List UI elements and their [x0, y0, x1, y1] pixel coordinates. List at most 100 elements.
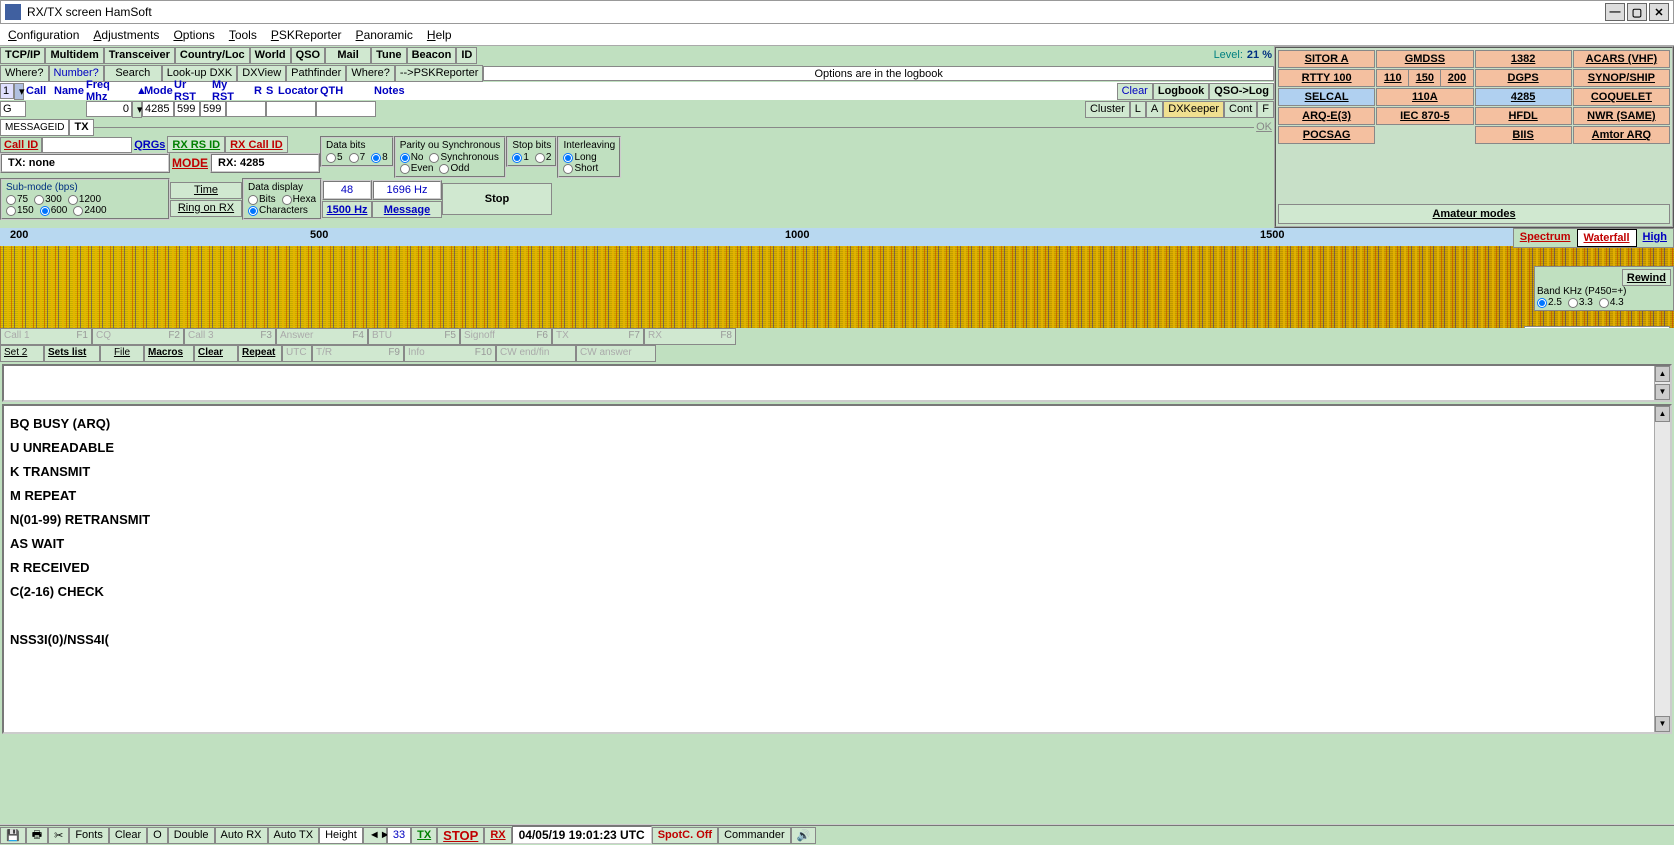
mode-110a[interactable]: 110A: [1376, 88, 1473, 106]
mode-4285[interactable]: 4285: [1475, 88, 1572, 106]
waterfall-display[interactable]: Rewind Band KHz (P450=+) 2.5 3.3 4.3 RX …: [0, 246, 1674, 328]
tab-messageid[interactable]: MESSAGEID: [0, 119, 69, 136]
btn-mode[interactable]: MODE: [170, 156, 210, 170]
menu-pskreporter[interactable]: PSKReporter: [271, 28, 342, 42]
parity-no[interactable]: [400, 153, 410, 163]
btn-l[interactable]: L: [1130, 101, 1146, 118]
parity-sync[interactable]: [429, 153, 439, 163]
btn-rewind[interactable]: Rewind: [1622, 269, 1671, 286]
mode-rtty100[interactable]: RTTY 100: [1278, 69, 1375, 87]
btn-utc[interactable]: UTC: [282, 345, 312, 362]
hdr-locator[interactable]: Locator: [276, 85, 318, 97]
btn-countryloc[interactable]: Country/Loc: [175, 47, 250, 64]
mode-biis[interactable]: BIIS: [1475, 126, 1572, 144]
band-33[interactable]: [1568, 298, 1578, 308]
parity-even[interactable]: [400, 164, 410, 174]
blank2-input[interactable]: [266, 101, 316, 117]
btn-callid[interactable]: Call ID: [0, 137, 42, 153]
rx-scrollbar[interactable]: ▲▼: [1654, 406, 1670, 732]
btn-autorx[interactable]: Auto RX: [215, 827, 268, 844]
btn-f[interactable]: F: [1257, 101, 1274, 118]
btn-double[interactable]: Double: [168, 827, 215, 844]
sub-1200[interactable]: [68, 195, 78, 205]
hdr-freq[interactable]: Freq Mhz: [84, 79, 134, 103]
btn-macros[interactable]: Macros: [144, 345, 194, 362]
macro-btu[interactable]: BTUF5: [368, 328, 460, 345]
mode-amtor[interactable]: Amtor ARQ: [1573, 126, 1670, 144]
macro-cq[interactable]: CQF2: [92, 328, 184, 345]
hdr-qth[interactable]: QTH: [318, 85, 372, 97]
btn-set2[interactable]: Set 2: [0, 345, 44, 362]
btn-file[interactable]: File: [100, 345, 144, 362]
menu-help[interactable]: Help: [427, 28, 452, 42]
tx-scrollbar[interactable]: ▲▼: [1654, 366, 1670, 400]
btn-tune[interactable]: Tune: [371, 47, 406, 64]
blank1-input[interactable]: [226, 101, 266, 117]
hdr-mode[interactable]: Mode: [142, 85, 172, 97]
btn-qso-to-log[interactable]: QSO->Log: [1209, 83, 1274, 100]
height-slider[interactable]: ◄►: [363, 827, 387, 844]
sub-75[interactable]: [6, 195, 16, 205]
band-43[interactable]: [1599, 298, 1609, 308]
btn-cont[interactable]: Cont: [1224, 101, 1257, 118]
mode-pocsag[interactable]: POCSAG: [1278, 126, 1375, 144]
btn-clear-log[interactable]: Clear: [1117, 83, 1153, 100]
parity-odd[interactable]: [439, 164, 449, 174]
btn-rxrsid[interactable]: RX RS ID: [167, 136, 225, 153]
btn-dxkeeper[interactable]: DXKeeper: [1163, 101, 1224, 118]
hdr-urrst[interactable]: Ur RST: [172, 79, 210, 103]
tx-text-area[interactable]: ▲▼: [2, 364, 1672, 402]
mode-dgps[interactable]: DGPS: [1475, 69, 1572, 87]
btn-multidem[interactable]: Multidem: [45, 47, 103, 64]
rx-text-area[interactable]: BQ BUSY (ARQ)U UNREADABLEK TRANSMITM REP…: [2, 404, 1672, 734]
dropdown-icon[interactable]: ▾: [14, 83, 24, 100]
disp-hexa[interactable]: [282, 195, 292, 205]
btn-world[interactable]: World: [250, 47, 291, 64]
btn-ok[interactable]: OK: [1254, 121, 1274, 133]
callid-input[interactable]: [42, 137, 132, 153]
btn-commander[interactable]: Commander: [718, 827, 791, 844]
btn-message[interactable]: Message: [372, 201, 442, 218]
btn-1500hz[interactable]: 1500 Hz: [322, 201, 372, 218]
sub-600[interactable]: [40, 206, 50, 216]
sub-2400[interactable]: [73, 206, 83, 216]
mode-iec870[interactable]: IEC 870-5: [1376, 107, 1473, 125]
databits-5[interactable]: [326, 153, 336, 163]
btn-tx-status[interactable]: TX: [411, 827, 437, 844]
btn-ring-rx[interactable]: Ring on RX: [170, 200, 242, 217]
macro-call1[interactable]: Call 1F1: [0, 328, 92, 345]
dropdown2-icon[interactable]: ▾: [132, 101, 142, 118]
menu-adjustments[interactable]: Adjustments: [93, 28, 159, 42]
menu-options[interactable]: Options: [173, 28, 214, 42]
macro-tx[interactable]: TXF7: [552, 328, 644, 345]
menu-configuration[interactable]: Configuration: [8, 28, 79, 42]
btn-qrgs[interactable]: QRGs: [132, 139, 167, 151]
macro-rx[interactable]: RXF8: [644, 328, 736, 345]
stopbits-1[interactable]: [512, 153, 522, 163]
macro-signoff[interactable]: SignoffF6: [460, 328, 552, 345]
sub-150[interactable]: [6, 206, 16, 216]
btn-pathfinder[interactable]: Pathfinder: [286, 65, 346, 82]
save-icon[interactable]: 💾: [0, 827, 26, 844]
hdr-r[interactable]: R: [252, 85, 264, 97]
mode-arqe3[interactable]: ARQ-E(3): [1278, 107, 1375, 125]
mode-110-150-200[interactable]: 110150200: [1376, 69, 1473, 87]
disp-chars[interactable]: [248, 206, 258, 216]
print-icon[interactable]: 🖶: [26, 827, 48, 844]
btn-cwans[interactable]: CW answer: [576, 345, 656, 362]
tab-waterfall[interactable]: Waterfall: [1577, 229, 1637, 247]
mode-sitor[interactable]: SITOR A: [1278, 50, 1375, 68]
mode-selcal[interactable]: SELCAL: [1278, 88, 1375, 106]
speaker-icon[interactable]: 🔊: [791, 827, 817, 844]
btn-id[interactable]: ID: [456, 47, 477, 64]
btn-where2[interactable]: Where?: [346, 65, 395, 82]
btn-where[interactable]: Where?: [0, 65, 49, 82]
mode-nwr[interactable]: NWR (SAME): [1573, 107, 1670, 125]
btn-rxcallid[interactable]: RX Call ID: [225, 136, 288, 153]
btn-repeat[interactable]: Repeat: [238, 345, 282, 362]
mode-synop[interactable]: SYNOP/SHIP: [1573, 69, 1670, 87]
btn-cluster[interactable]: Cluster: [1085, 101, 1130, 118]
maximize-button[interactable]: ▢: [1627, 3, 1647, 21]
btn-spotc[interactable]: SpotC. Off: [652, 827, 718, 844]
band-25[interactable]: [1537, 298, 1547, 308]
